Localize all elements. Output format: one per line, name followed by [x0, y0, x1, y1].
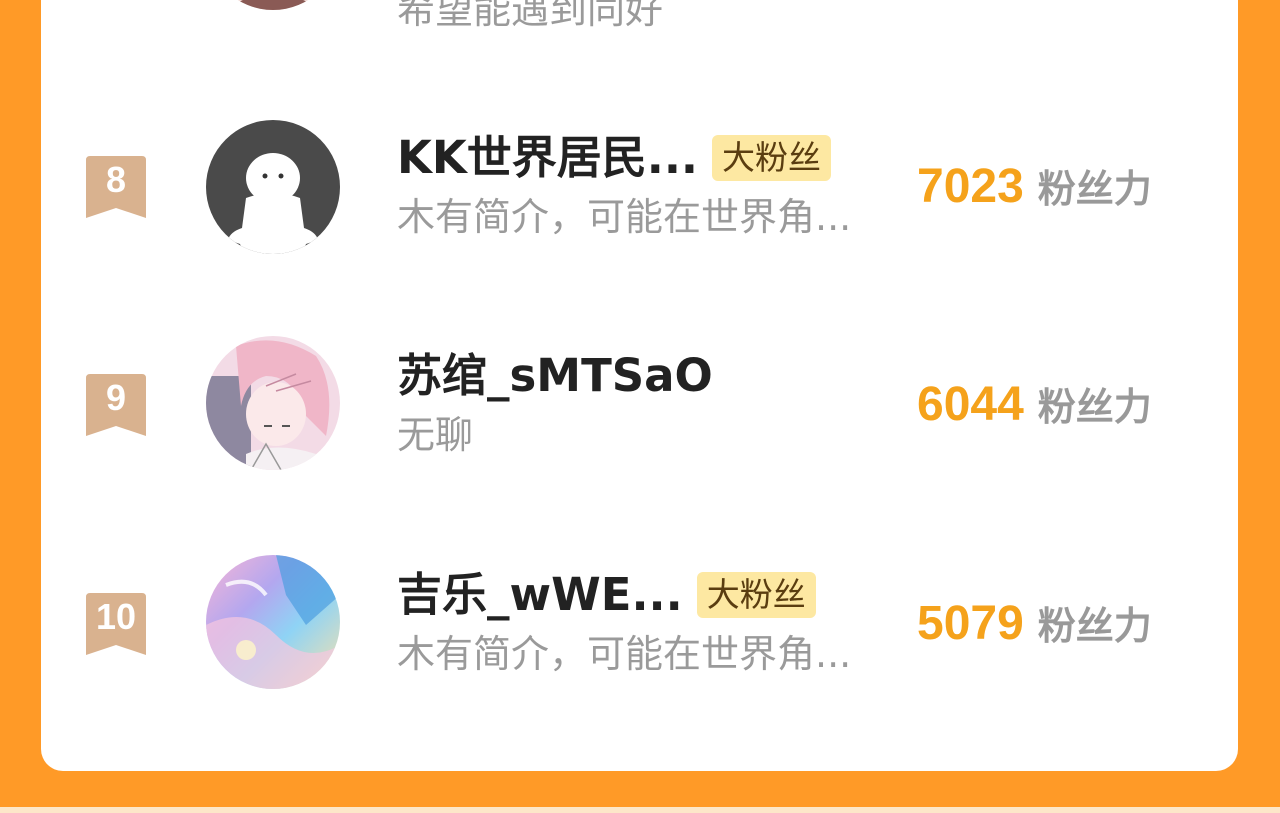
- user-avatar[interactable]: [206, 0, 340, 10]
- anime-girl-avatar-icon: [206, 336, 340, 470]
- score-value: 5079: [917, 597, 1024, 650]
- rank-number: 8: [105, 159, 127, 200]
- user-bio: 无聊: [397, 413, 474, 457]
- score-unit: 粉丝力: [1037, 385, 1152, 429]
- anime-portrait-avatar-icon: [206, 0, 340, 10]
- rank-number: 10: [95, 596, 137, 637]
- user-name[interactable]: 吉乐_wWE...: [397, 567, 683, 623]
- bottom-strip: [0, 807, 1280, 813]
- ranking-row-partial[interactable]: 希望能遇到同好: [0, 0, 1280, 36]
- user-bio: 木有简介，可能在世界角...: [397, 195, 852, 239]
- user-name[interactable]: 苏绾_sMTSaO: [397, 348, 713, 404]
- user-avatar[interactable]: [206, 120, 340, 254]
- user-avatar[interactable]: [206, 336, 340, 470]
- score-value: 6044: [917, 378, 1024, 431]
- score-unit: 粉丝力: [1037, 604, 1152, 648]
- score-value: 7023: [917, 160, 1024, 213]
- fan-power-score: 6044 粉丝力: [917, 376, 1152, 432]
- rank-badge: 8: [86, 156, 146, 218]
- fan-level-tag: 大粉丝: [712, 135, 832, 181]
- ranking-row[interactable]: 9 苏绾_sMTSaO 无聊 6044 粉丝力: [0, 328, 1280, 488]
- fan-level-tag: 大粉丝: [696, 572, 816, 618]
- ranking-row[interactable]: 8 KK世界居民... 大粉丝 木有简介，可能在世界角... 7023 粉丝力: [0, 110, 1280, 270]
- ranking-row[interactable]: 10 吉乐_wWE... 大粉丝 木有简介，可能在世界角... 5079 粉丝力: [0, 547, 1280, 707]
- watercolor-sky-avatar-icon: [206, 555, 340, 689]
- user-bio: 希望能遇到同好: [397, 0, 664, 32]
- rank-number: 9: [105, 377, 127, 418]
- rank-badge: 9: [86, 374, 146, 436]
- fan-power-score: 5079 粉丝力: [917, 595, 1152, 651]
- score-unit: 粉丝力: [1037, 167, 1152, 211]
- default-avatar-icon: [206, 120, 340, 254]
- rank-badge: 10: [86, 593, 146, 655]
- user-name[interactable]: KK世界居民...: [397, 130, 698, 186]
- user-avatar[interactable]: [206, 555, 340, 689]
- fan-power-score: 7023 粉丝力: [917, 158, 1152, 214]
- user-bio: 木有简介，可能在世界角...: [397, 632, 852, 676]
